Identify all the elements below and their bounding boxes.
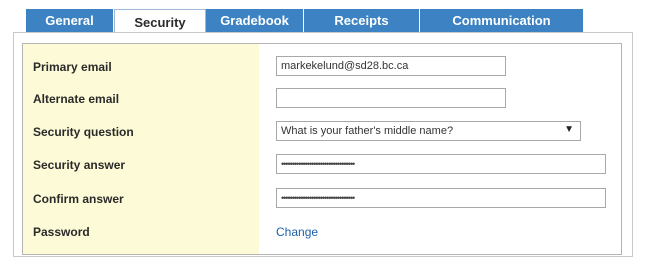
password-label: Password	[33, 225, 90, 239]
tab-communication[interactable]: Communication	[420, 9, 584, 33]
change-password-link[interactable]: Change	[276, 225, 318, 239]
security-answer-field[interactable]: ••••••••••••••••••••••••••••••••••	[276, 154, 606, 174]
security-question-select[interactable]: What is your father's middle name? ▼	[276, 121, 581, 141]
alternate-email-field[interactable]	[276, 88, 506, 108]
security-answer-label: Security answer	[33, 158, 126, 172]
security-form: Primary email markekelund@sd28.bc.ca Alt…	[22, 43, 622, 255]
alternate-email-row: Alternate email	[23, 84, 621, 114]
tab-receipts[interactable]: Receipts	[304, 9, 420, 33]
password-row: Password Change	[23, 217, 621, 247]
tab-gradebook[interactable]: Gradebook	[206, 9, 304, 33]
security-answer-row: Security answer ••••••••••••••••••••••••…	[23, 150, 621, 180]
primary-email-row: Primary email markekelund@sd28.bc.ca	[23, 52, 621, 82]
tab-general[interactable]: General	[26, 9, 114, 33]
primary-email-field[interactable]: markekelund@sd28.bc.ca	[276, 56, 506, 76]
tab-bar: General Security Gradebook Receipts Comm…	[26, 9, 584, 36]
security-question-value: What is your father's middle name?	[281, 125, 454, 137]
confirm-answer-row: Confirm answer •••••••••••••••••••••••••…	[23, 184, 621, 214]
security-question-label: Security question	[33, 125, 134, 139]
security-question-row: Security question What is your father's …	[23, 117, 621, 147]
confirm-answer-field[interactable]: ••••••••••••••••••••••••••••••••••	[276, 188, 606, 208]
confirm-answer-label: Confirm answer	[33, 192, 124, 206]
primary-email-label: Primary email	[33, 60, 112, 74]
dropdown-arrow-icon[interactable]: ▼	[564, 124, 574, 135]
alternate-email-label: Alternate email	[33, 92, 120, 106]
